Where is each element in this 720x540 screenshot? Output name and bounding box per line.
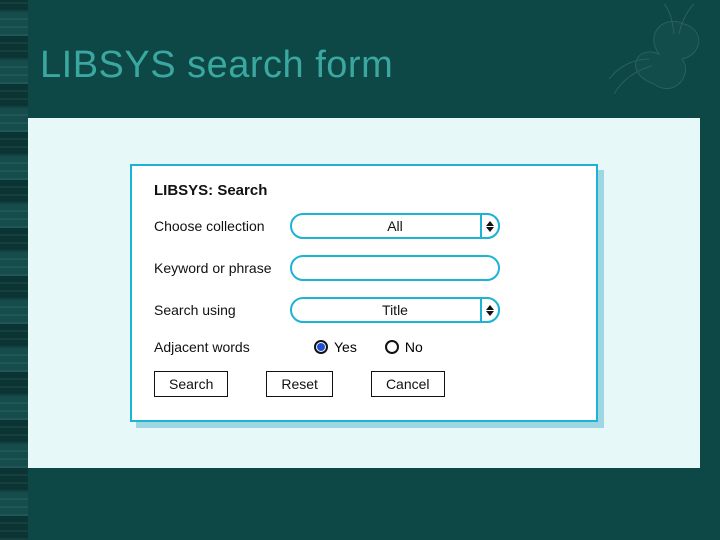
radio-yes[interactable]: Yes <box>314 339 357 355</box>
collection-value: All <box>387 218 403 234</box>
chevron-down-icon <box>486 311 494 316</box>
content-area: LIBSYS: Search Choose collection All Key… <box>28 118 700 468</box>
butterfly-decoration <box>564 4 714 114</box>
radio-yes-label: Yes <box>334 339 357 355</box>
reset-button[interactable]: Reset <box>266 371 333 397</box>
chevron-up-icon <box>486 221 494 226</box>
keyword-label: Keyword or phrase <box>154 260 290 276</box>
radio-icon <box>314 340 328 354</box>
radio-no-label: No <box>405 339 423 355</box>
search-form-panel: LIBSYS: Search Choose collection All Key… <box>130 164 598 422</box>
chevron-up-icon <box>486 305 494 310</box>
radio-no[interactable]: No <box>385 339 423 355</box>
slide-side-decoration <box>0 0 28 540</box>
form-title: LIBSYS: Search <box>154 182 574 199</box>
collection-label: Choose collection <box>154 218 290 234</box>
search-using-stepper[interactable] <box>480 297 500 323</box>
chevron-down-icon <box>486 227 494 232</box>
keyword-input[interactable] <box>290 255 500 281</box>
adjacent-label: Adjacent words <box>154 339 290 355</box>
radio-icon <box>385 340 399 354</box>
cancel-button[interactable]: Cancel <box>371 371 445 397</box>
collection-select[interactable]: All <box>290 213 500 239</box>
slide-title: LIBSYS search form <box>40 44 393 87</box>
search-using-select[interactable]: Title <box>290 297 500 323</box>
search-using-value: Title <box>382 302 408 318</box>
search-button[interactable]: Search <box>154 371 228 397</box>
collection-stepper[interactable] <box>480 213 500 239</box>
search-using-label: Search using <box>154 302 290 318</box>
